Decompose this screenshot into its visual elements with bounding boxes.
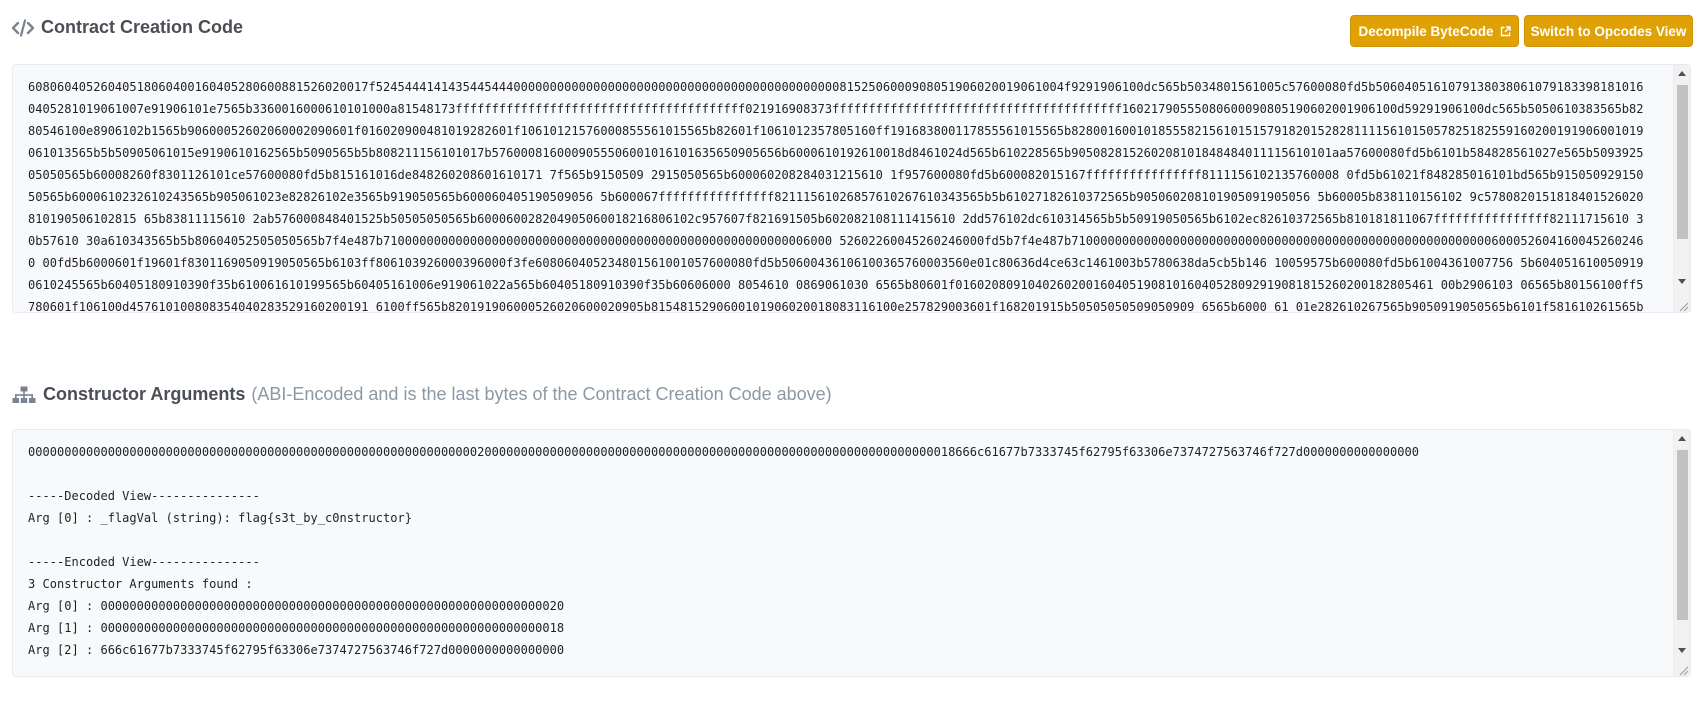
code-icon [12,18,34,37]
resize-grip-icon[interactable] [1677,663,1689,676]
constructor-args-title: Constructor Arguments [43,384,246,404]
decompile-bytecode-label: Decompile ByteCode [1358,23,1494,39]
bytecode-scrollbar[interactable] [1673,65,1690,312]
creation-code-header: Contract Creation Code [12,17,243,38]
raw-args-line: 0000000000000000000000000000000000000000… [28,445,1419,459]
decoded-view-header: -----Decoded View--------------- [28,489,260,503]
creation-code-title: Contract Creation Code [41,17,244,37]
decoded-arg-line: Arg [0] : _flagVal (string): flag{s3t_by… [28,511,412,525]
constructor-args-header: Constructor Arguments (ABI-Encoded and i… [12,384,832,405]
encoded-arg-line: Arg [0] : 000000000000000000000000000000… [28,599,565,613]
scroll-up-arrow-icon[interactable] [1674,65,1690,81]
scroll-down-arrow-icon[interactable] [1674,642,1690,658]
constructor-args-scrollbar[interactable] [1673,430,1690,676]
creation-code-section: Contract Creation Code Decompile ByteCod… [0,0,1703,313]
constructor-args-subtitle: (ABI-Encoded and is the last bytes of th… [251,384,832,404]
scroll-down-arrow-icon[interactable] [1674,273,1690,289]
decompile-bytecode-button[interactable]: Decompile ByteCode [1350,15,1519,47]
bytecode-scroll-thumb[interactable] [1677,85,1688,239]
switch-opcodes-view-label: Switch to Opcodes View [1530,23,1687,39]
scroll-up-arrow-icon[interactable] [1674,430,1690,446]
constructor-args-section: Constructor Arguments (ABI-Encoded and i… [0,380,1703,680]
encoded-arg-line: Arg [1] : 000000000000000000000000000000… [28,621,565,635]
constructor-args-content: 0000000000000000000000000000000000000000… [13,430,1690,661]
external-link-icon [1500,25,1511,37]
switch-opcodes-view-button[interactable]: Switch to Opcodes View [1524,15,1693,47]
bytecode-textarea[interactable]: 6080604052604051806040016040528060088152… [12,64,1691,313]
sitemap-icon [12,386,36,404]
resize-grip-icon[interactable] [1677,299,1689,312]
encoded-view-header: -----Encoded View--------------- [28,555,260,569]
encoded-arg-line: Arg [2] : 666c61677b7333745f62795f63306e… [28,643,565,657]
constructor-args-textarea[interactable]: 0000000000000000000000000000000000000000… [12,429,1691,677]
constructor-args-scroll-thumb[interactable] [1677,450,1688,620]
args-found-text: 3 Constructor Arguments found : [28,577,253,591]
bytecode-text: 6080604052604051806040016040528060088152… [28,80,1644,313]
